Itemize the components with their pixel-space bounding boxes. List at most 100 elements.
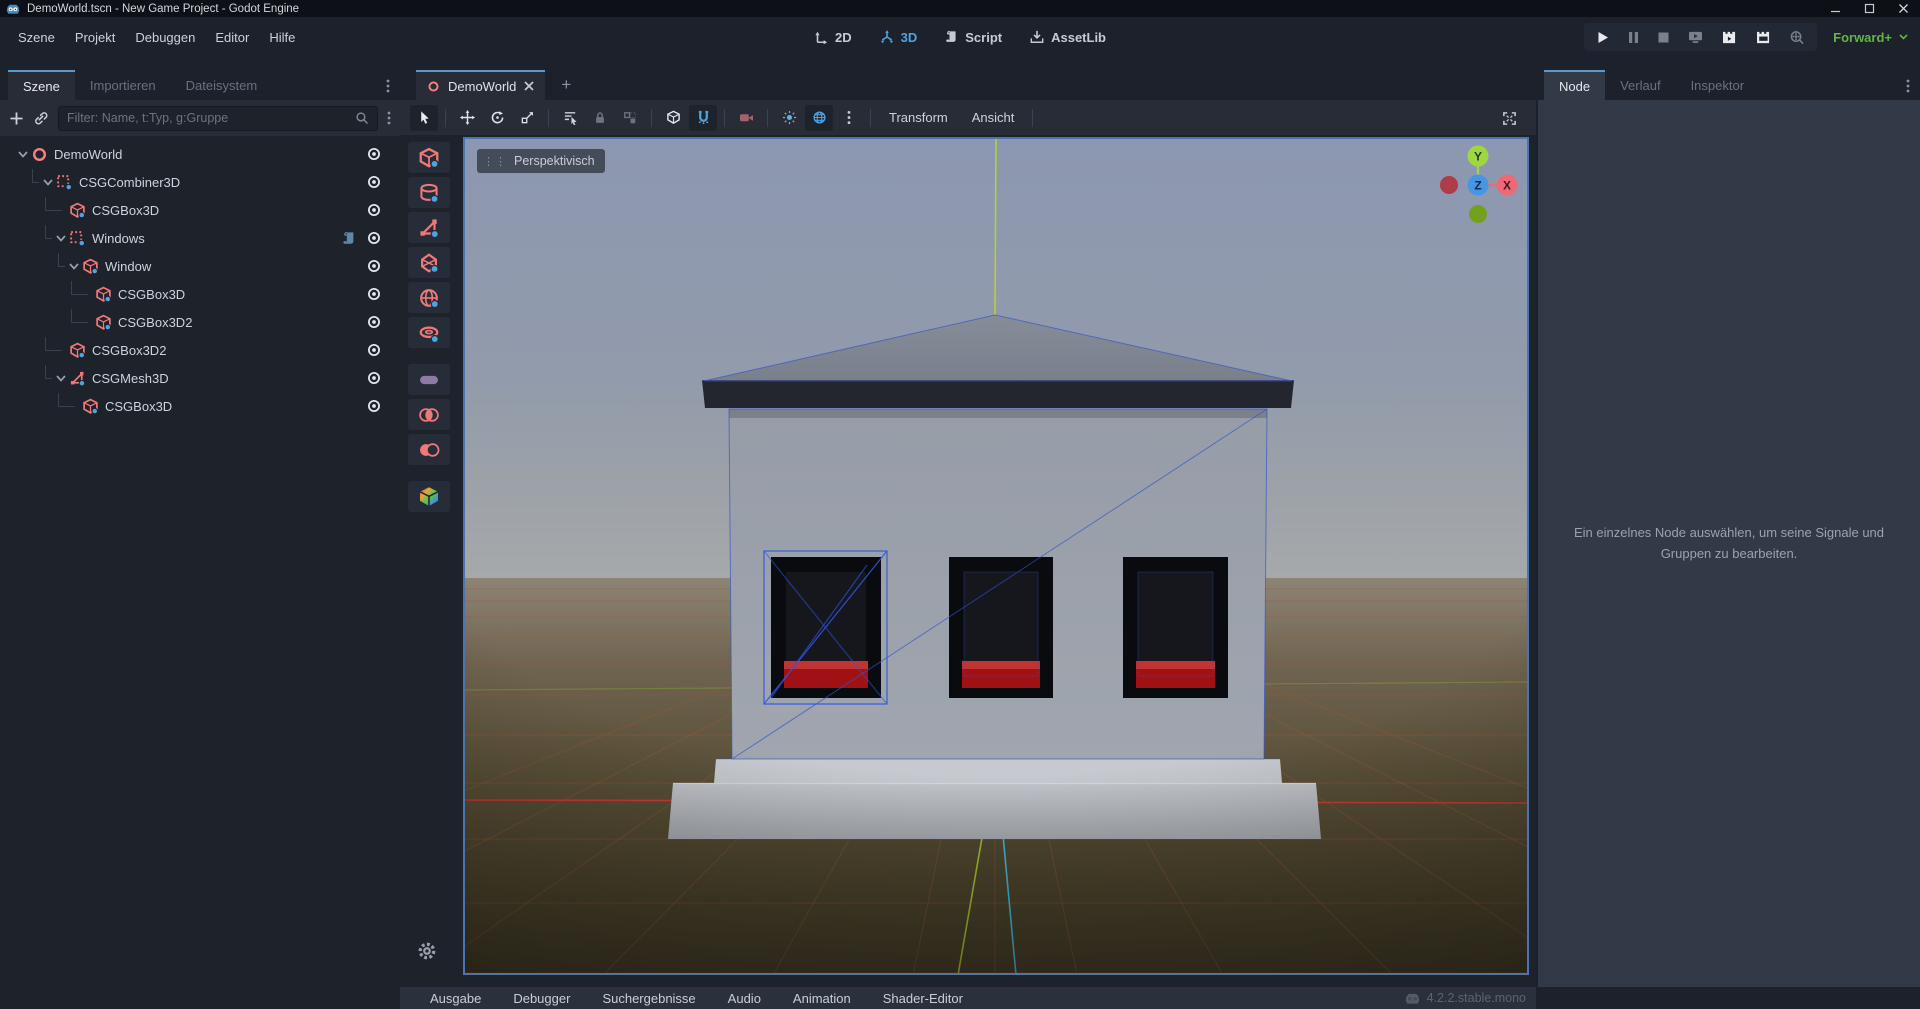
tree-node-csgmesh3d[interactable]: CSGMesh3D [0,364,400,392]
menu-debuggen[interactable]: Debuggen [125,25,205,50]
projection-dropdown[interactable]: ⋮⋮ Perspektivisch [477,149,605,173]
csg-union-button[interactable] [408,364,450,395]
csg-box-button[interactable] [408,142,450,173]
tree-node-csgcombiner3d[interactable]: CSGCombiner3D [0,168,400,196]
rotate-tool-button[interactable] [483,105,511,131]
list-select-button[interactable] [556,105,584,131]
sun-icon[interactable] [775,105,803,131]
tree-node-csgbox3d[interactable]: CSGBox3D [0,196,400,224]
tab-importieren[interactable]: Importieren [75,70,171,100]
tab-verlauf[interactable]: Verlauf [1605,70,1675,100]
ungroup-icon[interactable] [616,105,644,131]
visibility-eye-icon[interactable] [366,230,382,246]
tree-node-window[interactable]: Window [0,252,400,280]
maximize-button[interactable] [1852,0,1886,17]
lock-icon[interactable] [586,105,614,131]
visibility-eye-icon[interactable] [366,398,382,414]
expand-viewport-icon[interactable] [1495,105,1523,131]
remote-debug-button[interactable] [1688,31,1703,44]
menu-szene[interactable]: Szene [8,25,65,50]
mode-script-button[interactable]: Script [945,30,1002,45]
environment-globe-icon[interactable] [805,105,833,131]
tree-node-csgbox3d[interactable]: CSGBox3D [0,392,400,420]
viewport-options-icon[interactable] [835,105,863,131]
playback-controls [1584,23,1817,51]
visibility-eye-icon[interactable] [366,146,382,162]
dock-menu-icon[interactable] [386,79,390,93]
add-node-button[interactable] [9,111,24,126]
camera-preview-icon[interactable] [732,105,760,131]
bottom-tab-audio[interactable]: Audio [728,991,761,1006]
visibility-eye-icon[interactable] [366,174,382,190]
transform-menu[interactable]: Transform [878,110,959,125]
menu-projekt[interactable]: Projekt [65,25,125,50]
visibility-eye-icon[interactable] [366,258,382,274]
scale-tool-button[interactable] [513,105,541,131]
tree-node-csgbox3d2[interactable]: CSGBox3D2 [0,336,400,364]
tree-node-demoworld[interactable]: DemoWorld [0,140,400,168]
axis-x-label: X [1503,179,1511,193]
bottom-tab-animation[interactable]: Animation [793,991,851,1006]
bottom-tab-shader-editor[interactable]: Shader-Editor [883,991,963,1006]
csg-intersection-button[interactable] [408,399,450,430]
csg-mesh-button[interactable] [408,212,450,243]
mode-2d-button[interactable]: 2D [814,30,852,45]
csg-torus-button[interactable] [408,317,450,348]
play-button[interactable] [1597,31,1609,44]
snap-magnet-icon[interactable] [689,105,717,131]
mode-3d-button[interactable]: 3D [880,30,918,45]
bottom-tab-ausgabe[interactable]: Ausgabe [430,991,481,1006]
tab-inspektor[interactable]: Inspektor [1676,70,1759,100]
renderer-dropdown[interactable]: Forward+ [1833,17,1908,57]
play-custom-scene-button[interactable] [1756,31,1771,44]
tree-options-icon[interactable] [387,111,391,125]
tab-szene[interactable]: Szene [8,70,75,100]
pause-button[interactable] [1628,31,1639,44]
play-scene-button[interactable] [1722,31,1737,44]
menu-editor[interactable]: Editor [205,25,259,50]
axis-neg-y-ball[interactable] [1469,205,1487,223]
gridmap-button[interactable] [408,481,450,512]
gear-icon[interactable] [417,941,437,961]
close-tab-icon[interactable] [524,81,534,91]
mode-assetlib-button[interactable]: AssetLib [1030,30,1106,45]
bottom-tab-debugger[interactable]: Debugger [513,991,570,1006]
csg-subtraction-button[interactable] [408,434,450,465]
house-fascia [702,380,1294,408]
close-button[interactable] [1886,0,1920,17]
visibility-eye-icon[interactable] [366,202,382,218]
y-axis-line [995,137,996,317]
visibility-eye-icon[interactable] [366,314,382,330]
visibility-eye-icon[interactable] [366,342,382,358]
move-tool-button[interactable] [453,105,481,131]
tab-node[interactable]: Node [1544,70,1605,100]
visibility-eye-icon[interactable] [366,370,382,386]
select-tool-button[interactable] [410,105,438,131]
csg-sphere-button[interactable] [408,282,450,313]
scene-filter-input[interactable] [67,111,355,125]
script-attached-icon[interactable] [342,231,356,246]
csg-cylinder-button[interactable] [408,177,450,208]
dock-menu-icon[interactable] [1906,79,1910,93]
stop-button[interactable] [1658,31,1669,44]
new-scene-tab-button[interactable]: + [551,70,581,100]
movie-maker-button[interactable] [1790,31,1804,44]
drag-handle-icon[interactable]: ⋮⋮ [483,155,507,168]
tree-node-csgbox3d[interactable]: CSGBox3D [0,280,400,308]
tab-dateisystem[interactable]: Dateisystem [171,70,273,100]
tree-node-windows[interactable]: Windows [0,224,400,252]
minimize-button[interactable] [1818,0,1852,17]
scene-filter-field[interactable] [58,106,378,131]
3d-viewport[interactable]: Y Z X ⋮⋮ Perspektivisch [463,137,1529,975]
menu-hilfe[interactable]: Hilfe [259,25,305,50]
axis-neg-x-ball[interactable] [1440,176,1458,194]
3d-scene: Y Z X [463,137,1529,975]
bottom-tab-suchergebnisse[interactable]: Suchergebnisse [602,991,695,1006]
scene-tab-demoworld[interactable]: DemoWorld [416,70,545,100]
csg-polygon-button[interactable] [408,247,450,278]
local-space-icon[interactable] [659,105,687,131]
view-menu[interactable]: Ansicht [961,110,1026,125]
visibility-eye-icon[interactable] [366,286,382,302]
instance-scene-button[interactable] [33,110,49,126]
tree-node-csgbox3d2[interactable]: CSGBox3D2 [0,308,400,336]
